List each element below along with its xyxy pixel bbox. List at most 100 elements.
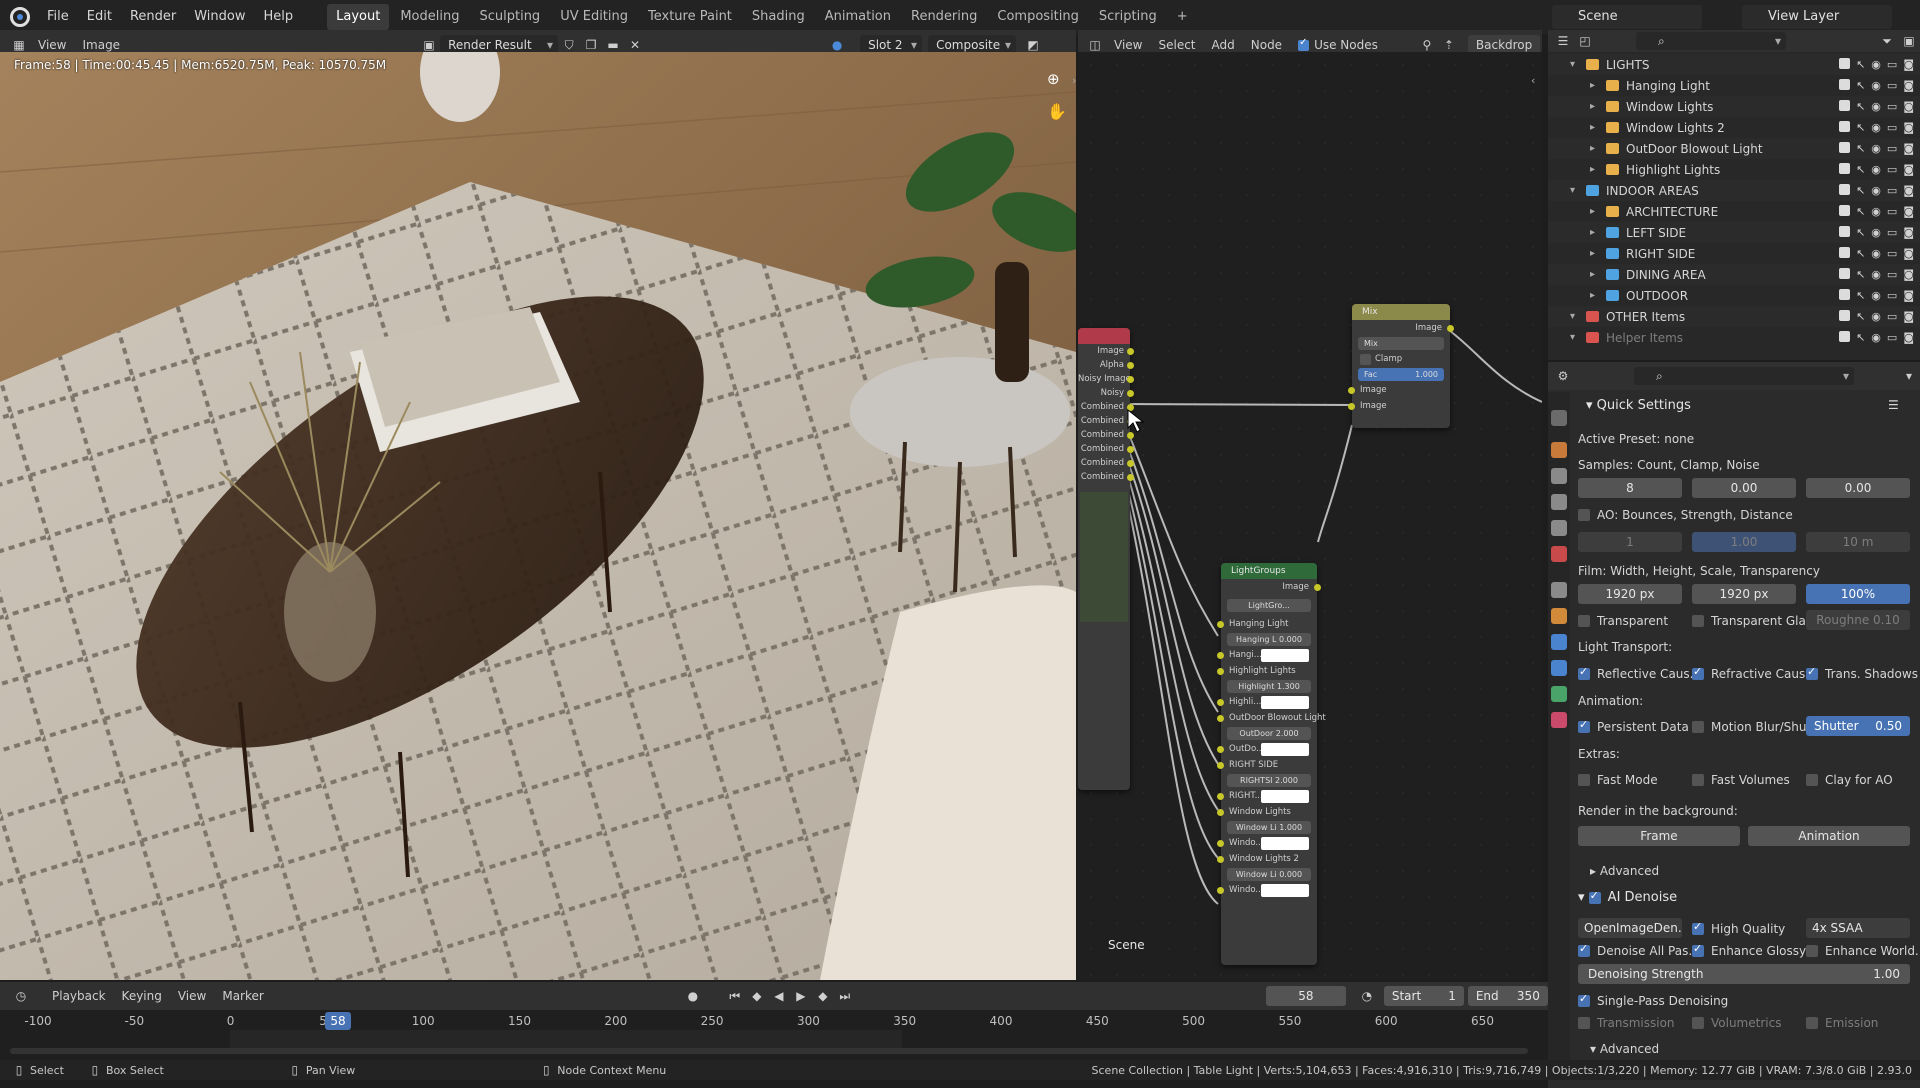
expand-arrow-icon[interactable]: ▸ [1590,269,1595,280]
shutter-field[interactable]: Shutter 0.50 [1806,716,1910,736]
mix-node-header[interactable]: Mix [1352,304,1450,320]
fast-mode-checkbox-box[interactable] [1578,774,1590,786]
outliner-row[interactable]: ▾ Helper Items ↖ ◉ ▭ ◙ [1548,327,1920,348]
physics-tab-icon[interactable] [1551,660,1567,676]
eye-icon[interactable]: ◉ [1871,121,1881,134]
camera-icon[interactable]: ◙ [1903,310,1914,323]
transparent-checkbox[interactable]: Transparent [1578,614,1668,628]
persistent-data-checkbox[interactable]: Persistent Data [1578,718,1689,734]
reflective-caustics-checkbox[interactable]: Reflective Caus... [1578,665,1701,681]
render-layer-socket[interactable] [1127,460,1134,467]
display-mode-icon[interactable]: ◰ [1574,31,1596,51]
properties-options-icon[interactable]: ▾ [1898,366,1920,386]
ai-denoise-checkbox[interactable] [1588,889,1601,904]
light-group-color-swatch[interactable] [1261,648,1309,662]
high-quality-checkbox-box[interactable] [1692,920,1704,935]
outliner-row[interactable]: ▸ Window Lights ↖ ◉ ▭ ◙ [1548,96,1920,117]
enhance-world-checkbox-box[interactable] [1806,945,1818,957]
scene-selector[interactable]: Scene [1552,5,1702,29]
quick-settings-panel-title[interactable]: ▾ Quick Settings [1586,398,1691,413]
menu-window[interactable]: Window [185,0,254,34]
camera-icon[interactable]: ◙ [1903,79,1914,92]
menu-edit[interactable]: Edit [78,0,121,34]
single-pass-checkbox[interactable]: Single-Pass Denoising [1578,992,1728,1008]
workspace-tab-shading[interactable]: Shading [743,4,814,30]
render-frame-button[interactable]: Frame [1578,826,1740,846]
light-group-socket[interactable] [1217,762,1224,769]
light-group-color-socket[interactable] [1217,793,1224,800]
object-data-tab-icon[interactable] [1551,686,1567,702]
workspace-tab-rendering[interactable]: Rendering [902,4,986,30]
transparent-checkbox-box[interactable] [1578,615,1590,627]
outliner-row[interactable]: ▾ OTHER Items ↖ ◉ ▭ ◙ [1548,306,1920,327]
workspace-tab-compositing[interactable]: Compositing [988,4,1088,30]
select-arrow-icon[interactable]: ↖ [1856,226,1865,239]
samples-count-field[interactable]: 8 [1578,478,1682,498]
image-image-menu[interactable]: Image [74,38,128,52]
exclude-checkbox[interactable] [1839,79,1851,90]
light-group-color-socket[interactable] [1217,699,1224,706]
outliner-row[interactable]: ▾ INDOOR AREAS ↖ ◉ ▭ ◙ [1548,180,1920,201]
transmission-checkbox[interactable]: Transmission [1578,1016,1675,1030]
render-layer-socket[interactable] [1127,348,1134,355]
film-scale-field[interactable]: 100% [1806,584,1910,604]
render-layer-socket[interactable] [1127,474,1134,481]
expand-arrow-icon[interactable]: ▸ [1590,227,1595,238]
eye-icon[interactable]: ◉ [1871,205,1881,218]
samples-clamp-field[interactable]: 0.00 [1692,478,1796,498]
fast-volumes-checkbox[interactable]: Fast Volumes [1692,773,1790,787]
exclude-checkbox[interactable] [1839,226,1851,237]
high-quality-checkbox[interactable]: High Quality [1692,920,1785,936]
texture-tab-icon[interactable] [1551,712,1567,728]
eye-icon[interactable]: ◉ [1871,79,1881,92]
render-layers-node[interactable]: Image Alpha Noisy Image Noisy Combined Combin… [1078,328,1134,790]
monitor-icon[interactable]: ▭ [1887,79,1897,92]
monitor-icon[interactable]: ▭ [1887,226,1897,239]
pan-hand-icon[interactable]: ✋ [1047,102,1067,121]
select-arrow-icon[interactable]: ↖ [1856,121,1865,134]
sidebar-toggle-icon[interactable]: ‹ [1531,74,1535,87]
light-group-strength-field[interactable]: Hanging L 0.000 [1227,633,1311,646]
output-tab-icon[interactable] [1551,468,1567,484]
playback-menu[interactable]: Playback [44,989,114,1003]
view-layer-selector[interactable]: View Layer [1742,5,1892,29]
camera-icon[interactable]: ◙ [1903,163,1914,176]
expand-arrow-icon[interactable]: ▾ [1570,59,1575,70]
expand-arrow-icon[interactable]: ▾ [1570,332,1575,343]
workspace-tab-animation[interactable]: Animation [816,4,900,30]
select-arrow-icon[interactable]: ↖ [1856,289,1865,302]
use-nodes-toggle[interactable]: Use Nodes [1290,37,1386,52]
node-view-menu[interactable]: View [1106,38,1150,52]
trans-shadows-checkbox[interactable]: Trans. Shadows [1806,665,1918,681]
ao-checkbox-box[interactable] [1578,509,1590,521]
outliner-type-icon[interactable]: ☰ [1552,31,1574,51]
render-layers-header[interactable] [1078,328,1130,344]
new-collection-icon[interactable]: ▣ [1898,31,1920,51]
monitor-icon[interactable]: ▭ [1887,142,1897,155]
workspace-tab-layout[interactable]: Layout [327,4,390,30]
select-arrow-icon[interactable]: ↖ [1856,79,1865,92]
workspace-tab-sculpting[interactable]: Sculpting [470,4,549,30]
monitor-icon[interactable]: ▭ [1887,331,1897,344]
menu-render[interactable]: Render [121,0,185,34]
outliner-row[interactable]: ▸ OutDoor Blowout Light ↖ ◉ ▭ ◙ [1548,138,1920,159]
light-group-color-swatch[interactable] [1261,695,1309,709]
light-group-strength-field[interactable]: RIGHTSI 2.000 [1227,774,1311,787]
keying-menu[interactable]: Keying [114,989,170,1003]
record-icon[interactable]: ● [682,986,704,1006]
outliner-row[interactable]: ▾ LIGHTS ↖ ◉ ▭ ◙ [1548,54,1920,75]
monitor-icon[interactable]: ▭ [1887,58,1897,71]
transparent-glass-checkbox[interactable]: Transparent Gla... [1692,614,1817,628]
light-groups-node[interactable]: LightGroups Image LightGro... Hanging Li… [1217,563,1326,965]
light-group-strength-field[interactable]: Highlight 1.300 [1227,680,1311,693]
camera-icon[interactable]: ◙ [1903,268,1914,281]
camera-icon[interactable]: ◙ [1903,226,1914,239]
eye-icon[interactable]: ◉ [1871,268,1881,281]
workspace-tab-modeling[interactable]: Modeling [391,4,468,30]
node-node-menu[interactable]: Node [1243,38,1290,52]
trans-shadows-checkbox-box[interactable] [1806,665,1818,680]
monitor-icon[interactable]: ▭ [1887,268,1897,281]
monitor-icon[interactable]: ▭ [1887,163,1897,176]
node-add-menu[interactable]: Add [1204,38,1243,52]
monitor-icon[interactable]: ▭ [1887,121,1897,134]
